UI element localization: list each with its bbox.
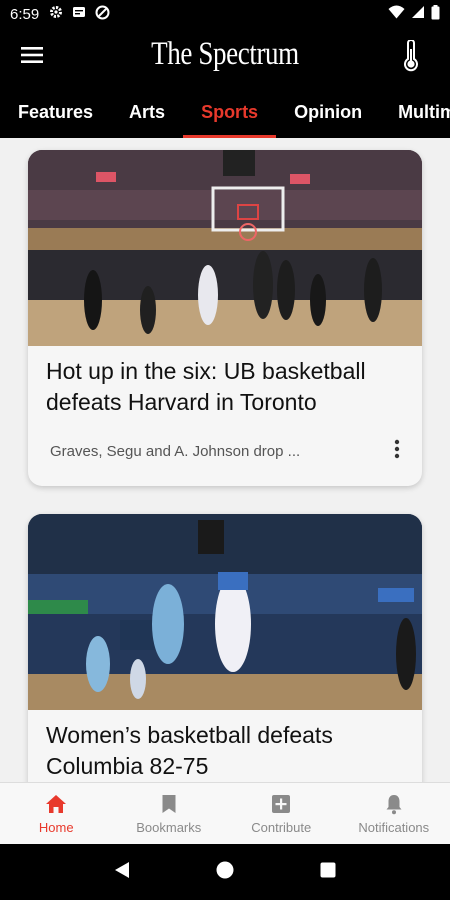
article-headline[interactable]: Women’s basketball defeats Columbia 82-7…	[28, 710, 422, 782]
tab-multimedia[interactable]: Multimedia	[380, 86, 450, 138]
app-bar: The Spectrum	[0, 28, 450, 86]
cell-signal-icon	[411, 5, 425, 23]
system-back-button[interactable]	[102, 852, 142, 892]
recents-square-icon	[320, 862, 336, 883]
nav-contribute-label: Contribute	[251, 820, 312, 835]
bookmark-icon	[161, 792, 177, 816]
nav-home[interactable]: Home	[0, 783, 113, 844]
tab-opinion[interactable]: Opinion	[276, 86, 380, 138]
settings-gear-icon	[49, 5, 63, 23]
data-saver-icon	[95, 5, 110, 24]
nav-contribute[interactable]: Contribute	[225, 783, 338, 844]
tab-features[interactable]: Features	[0, 86, 111, 138]
bell-icon	[385, 792, 403, 816]
article-feed[interactable]: Hot up in the six: UB basketball defeats…	[0, 138, 450, 782]
nav-home-label: Home	[38, 820, 74, 835]
article-headline[interactable]: Hot up in the six: UB basketball defeats…	[28, 346, 422, 418]
news-notification-icon	[72, 5, 86, 23]
back-triangle-icon	[114, 861, 130, 884]
bottom-navigation: Home Bookmarks Contribute Notifications	[0, 782, 450, 844]
tab-arts[interactable]: Arts	[111, 86, 183, 138]
article-excerpt: Graves, Segu and A. Johnson drop ...	[50, 442, 301, 460]
nav-bookmarks[interactable]: Bookmarks	[113, 783, 226, 844]
status-time: 6:59	[10, 5, 40, 23]
app-screen: 6:59 The Spectrum Features Arts Sports O…	[0, 0, 450, 900]
article-meta: Graves, Segu and A. Johnson drop ...	[28, 436, 422, 466]
system-recents-button[interactable]	[308, 852, 348, 892]
battery-icon	[431, 4, 440, 24]
weather-button[interactable]	[396, 38, 426, 77]
article-photo	[28, 514, 422, 710]
article-card[interactable]: Women’s basketball defeats Columbia 82-7…	[28, 514, 422, 782]
article-options-button[interactable]	[384, 436, 410, 466]
nav-notifications-label: Notifications	[358, 820, 430, 835]
tab-sports[interactable]: Sports	[183, 86, 277, 138]
system-home-button[interactable]	[205, 852, 245, 892]
system-navigation-bar	[0, 844, 450, 900]
home-icon	[45, 792, 67, 816]
article-card[interactable]: Hot up in the six: UB basketball defeats…	[28, 150, 422, 486]
status-bar: 6:59	[0, 0, 450, 28]
article-photo	[28, 150, 422, 346]
thermometer-icon	[403, 38, 419, 77]
nav-bookmarks-label: Bookmarks	[136, 820, 202, 835]
nav-notifications[interactable]: Notifications	[338, 783, 450, 844]
section-tabs: Features Arts Sports Opinion Multimedia	[0, 86, 450, 138]
app-title: The Spectrum	[151, 36, 299, 72]
more-vertical-icon	[394, 439, 400, 464]
home-circle-icon	[216, 861, 234, 884]
wifi-icon	[388, 5, 405, 23]
plus-box-icon	[271, 792, 291, 816]
